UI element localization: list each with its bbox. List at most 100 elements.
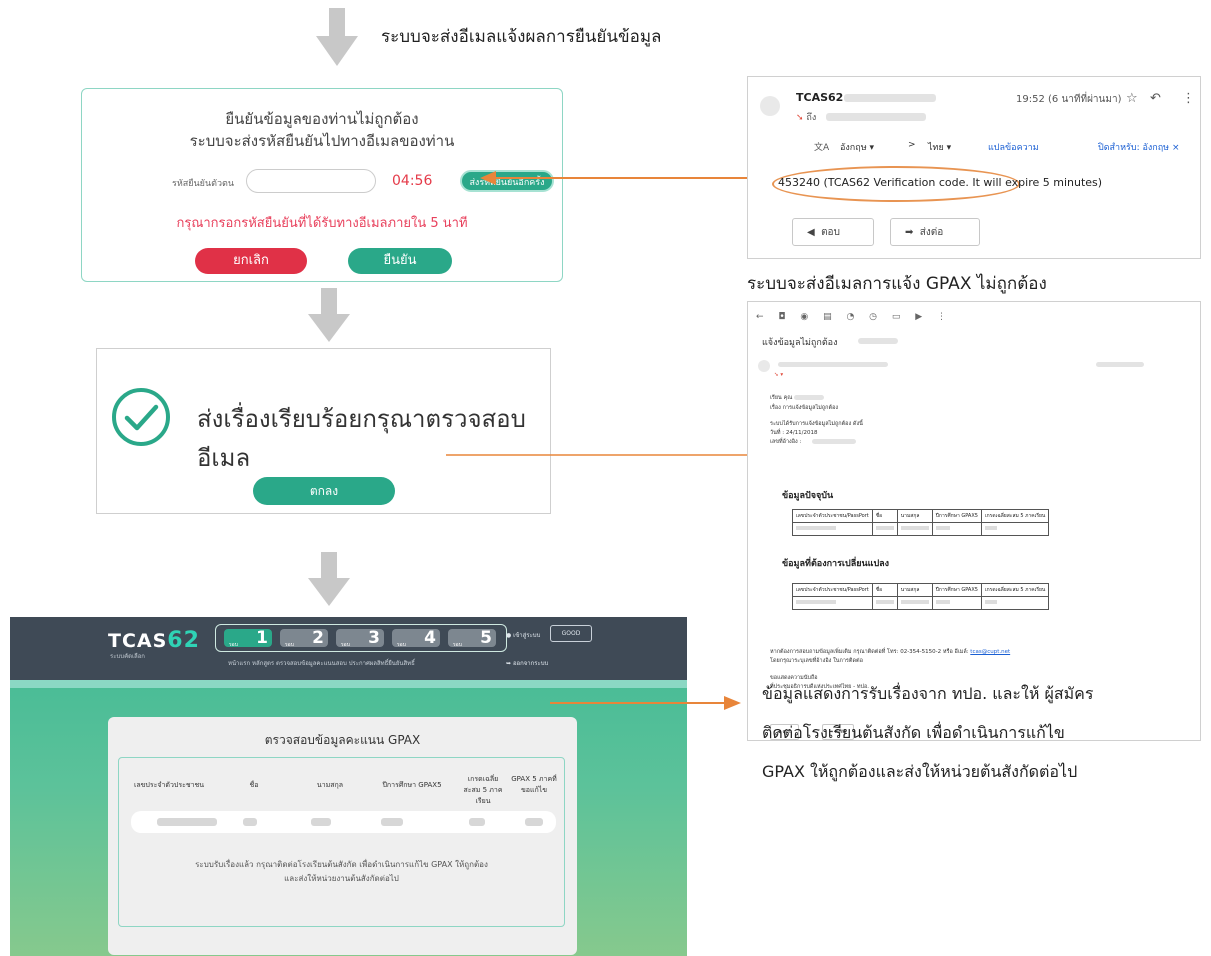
gpax-card-title: ตรวจสอบข้อมูลคะแนน GPAX — [264, 733, 421, 747]
table-header-surname: นามสกุล — [316, 781, 344, 789]
table-header: ปีการศึกษา GPAX5 — [931, 583, 982, 597]
table-cell — [896, 522, 933, 536]
table-header-gpax5: เกรดเฉลี่ยสะสม 5 ภาคเรียน — [463, 775, 503, 805]
redacted-address — [778, 362, 888, 367]
table-header: ชื่อ — [871, 509, 898, 523]
translate-icon: 文A — [814, 143, 830, 153]
star-icon[interactable]: ☆ — [1126, 91, 1138, 106]
table-header-gpax-fix: GPAX 5 ภาคที่ขอแก้ไข — [511, 775, 557, 794]
tcas-site-screenshot: TCAS62 ระบบคัดเลือก รอบ 1 รอบ 2 รอบ 3 รอบ 4 … — [10, 617, 687, 956]
gpax-note-line1: ระบบรับเรื่องแล้ว กรุณาติดต่อโรงเรียนต้น… — [195, 860, 488, 869]
table-header: เลขประจำตัวประชาชน/PassPort — [792, 509, 873, 523]
table-header: ปีการศึกษา GPAX5 — [931, 509, 982, 523]
round-number: 2 — [312, 628, 324, 648]
countdown-timer: 04:56 — [392, 173, 433, 189]
login-input[interactable]: GOOD — [550, 625, 592, 642]
translate-off-link[interactable]: ปิดสำหรับ: อังกฤษ × — [1098, 140, 1180, 154]
verify-title-line2: ระบบจะส่งรหัสยืนยันไปทางอีเมลของท่าน — [189, 132, 455, 150]
bottom-caption-line3: GPAX ให้ถูกต้องและส่งให้หน่วยต้นสังกัดต่… — [762, 762, 1078, 781]
forward-button[interactable]: ➡ ส่งต่อ — [890, 218, 980, 246]
important-icon: ➘ — [796, 113, 804, 123]
table-header: นามสกุล — [896, 509, 933, 523]
round-number: 3 — [368, 628, 380, 648]
table-cell — [980, 522, 1050, 536]
gpax-card: ตรวจสอบข้อมูลคะแนน GPAX เลขประจำตัวประชา… — [108, 717, 577, 955]
connector-arrow-icon — [480, 171, 749, 185]
contact-email-link[interactable]: tcas@cupt.net — [970, 649, 1010, 655]
round-2-tab[interactable]: รอบ 2 — [280, 628, 328, 648]
email-line: เลขที่อ้างอิง : — [770, 439, 802, 445]
table-cell — [157, 818, 217, 826]
logout-label: ออกจากระบบ — [512, 660, 549, 667]
verification-email: TCAS62 19:52 (6 นาทีที่ผ่านมา) ☆ ↶ ⋮ ➘ ถ… — [747, 76, 1201, 259]
forward-label: ส่งต่อ — [919, 227, 944, 238]
current-data-table: เลขประจำตัวประชาชน/PassPort ชื่อ นามสกุล… — [792, 509, 1050, 536]
avatar — [758, 360, 770, 372]
site-header: TCAS62 ระบบคัดเลือก รอบ 1 รอบ 2 รอบ 3 รอบ 4 … — [10, 617, 687, 680]
connector-arrow-icon — [446, 449, 777, 461]
section-change-data: ข้อมูลที่ต้องการเปลี่ยนแปลง — [782, 559, 890, 569]
email-to-label: ถึง — [806, 113, 817, 123]
confirm-button[interactable]: ยืนยัน — [348, 248, 452, 274]
gpax-note-line2: และส่งให้หน่วยงานต้นสังกัดต่อไป — [284, 874, 399, 883]
round-number: 1 — [256, 628, 268, 648]
round-label: รอบ — [341, 642, 350, 648]
gpax-incorrect-email: ← ◘ ◉ ▤ ◔ ◷ ▭ ▶ ⋮ แจ้งข้อมูลไม่ถูกต้อง ➘… — [747, 301, 1201, 741]
round-label: รอบ — [453, 642, 462, 648]
table-cell — [469, 818, 485, 826]
tcas-logo[interactable]: TCAS62 — [108, 628, 200, 653]
login-link[interactable]: ● เข้าสู่ระบบ — [506, 630, 540, 640]
important-icon: ➘ ▾ — [774, 372, 784, 378]
logo-subtitle: ระบบคัดเลือก — [110, 653, 145, 660]
email-time: 19:52 (6 นาทีที่ผ่านมา) — [1016, 94, 1122, 105]
success-dialog: ส่งเรื่องเรียบร้อยกรุณาตรวจสอบอีเมล ตกลง — [96, 348, 551, 514]
logo-text: TCAS — [108, 630, 168, 652]
email-line: เรื่อง การแจ้งข้อมูลไม่ถูกต้อง — [770, 405, 839, 411]
check-circle-icon — [112, 388, 170, 446]
round-1-tab[interactable]: รอบ 1 — [224, 628, 272, 648]
logo-number: 62 — [167, 628, 200, 653]
email-line: เรียน คุณ — [770, 395, 793, 401]
table-cell — [243, 818, 257, 826]
email-sender: TCAS62 — [796, 91, 844, 104]
translate-to[interactable]: ไทย ▾ — [928, 140, 951, 154]
table-cell — [931, 522, 982, 536]
reply-label: ตอบ — [821, 227, 840, 238]
email-toolbar[interactable]: ← ◘ ◉ ▤ ◔ ◷ ▭ ▶ ⋮ — [756, 312, 952, 322]
connector-arrow-icon — [550, 696, 741, 710]
redacted-name — [794, 395, 824, 400]
table-cell — [525, 818, 543, 826]
verification-code-input[interactable] — [246, 169, 376, 193]
reply-button[interactable]: ◀ ตอบ — [792, 218, 874, 246]
round-4-tab[interactable]: รอบ 4 — [392, 628, 440, 648]
round-label: รอบ — [397, 642, 406, 648]
section-current-data: ข้อมูลปัจจุบัน — [782, 491, 834, 501]
redacted-ref — [812, 439, 856, 444]
site-nav-links[interactable]: หน้าแรก หลักสูตร ตรวจสอบข้อมูลคะแนนสอบ ป… — [228, 658, 415, 668]
more-icon[interactable]: ⋮ — [1182, 91, 1195, 106]
email-line: ระบบได้รับการแจ้งข้อมูลไม่ถูกต้อง ดังนี้ — [770, 421, 863, 427]
ok-button[interactable]: ตกลง — [253, 477, 395, 505]
round-number: 4 — [424, 628, 436, 648]
verification-code-text: 453240 (TCAS62 Verification code. It wil… — [778, 176, 1103, 189]
translate-link[interactable]: แปลข้อความ — [988, 140, 1039, 154]
bottom-caption-line1: ข้อมูลแสดงการรับเรื่องจาก ทปอ. และให้ ผู… — [762, 684, 1094, 703]
success-message: ส่งเรื่องเรียบร้อยกรุณาตรวจสอบอีเมล — [197, 405, 526, 472]
step-caption-email-result: ระบบจะส่งอีเมลแจ้งผลการยืนยันข้อมูล — [381, 27, 662, 47]
translate-from[interactable]: อังกฤษ ▾ — [840, 140, 874, 154]
table-header-id: เลขประจำตัวประชาชน — [133, 781, 205, 789]
table-header: เกรดเฉลี่ยสะสม 5 ภาคเรียน — [980, 509, 1050, 523]
table-cell — [896, 596, 933, 610]
table-cell — [792, 596, 873, 610]
table-cell — [792, 522, 873, 536]
round-5-tab[interactable]: รอบ 5 — [448, 629, 496, 648]
round-selector: รอบ 1 รอบ 2 รอบ 3 รอบ 4 รอบ 5 — [215, 624, 507, 652]
avatar — [760, 96, 780, 116]
cancel-button[interactable]: ยกเลิก — [195, 248, 307, 274]
table-cell — [931, 596, 982, 610]
logout-link[interactable]: ➥ ออกจากระบบ — [506, 658, 548, 668]
reply-icon[interactable]: ↶ — [1150, 91, 1161, 106]
round-3-tab[interactable]: รอบ 3 — [336, 628, 384, 648]
table-header: นามสกุล — [896, 583, 933, 597]
contact-line2: โดยกรุณาระบุเลขที่อ้างอิง ในการติดต่อ — [770, 658, 863, 664]
